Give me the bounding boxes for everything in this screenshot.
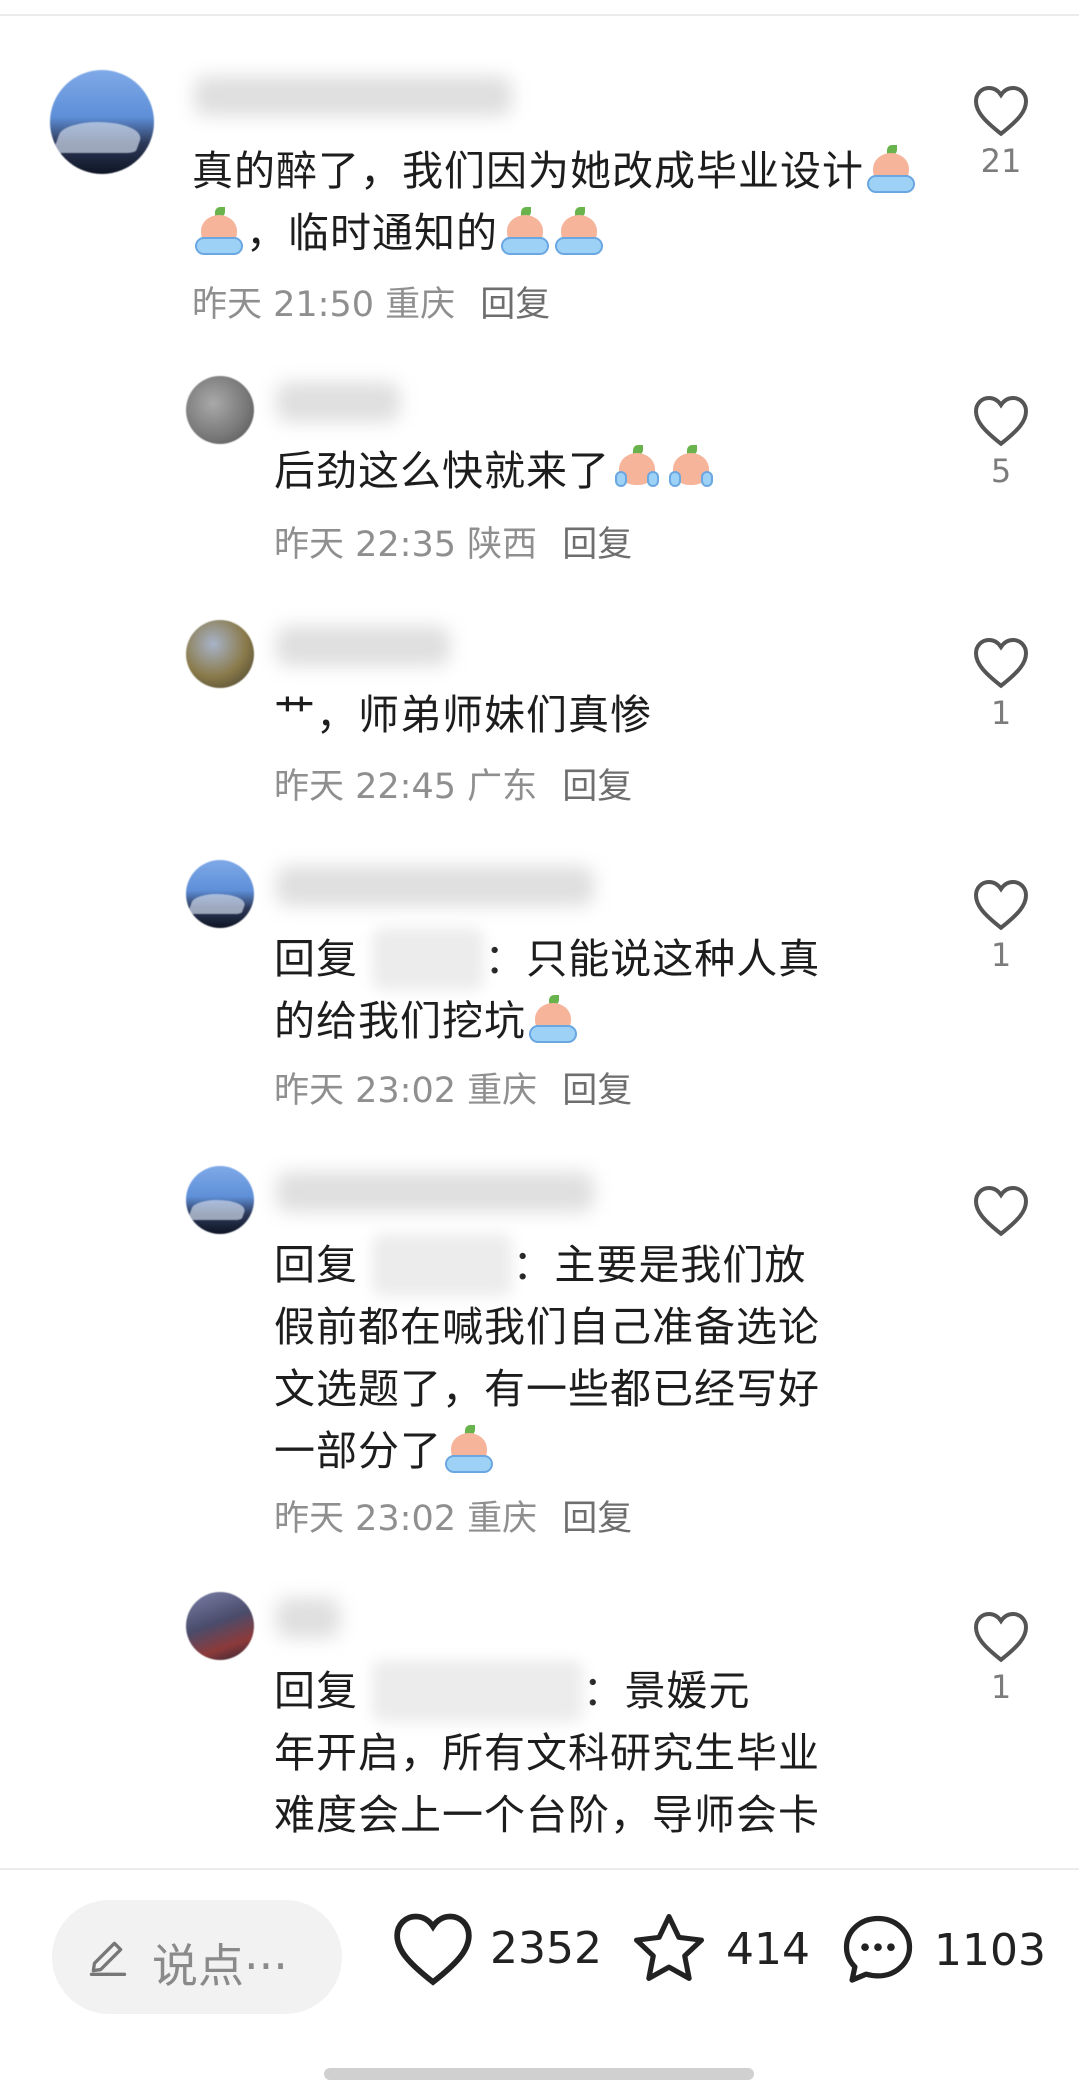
comment-meta: 昨天 23:02 重庆 回复 bbox=[274, 1068, 632, 1114]
heart-icon bbox=[973, 637, 1029, 689]
comment-time: 昨天 22:45 bbox=[274, 767, 456, 807]
mentioned-user-masked[interactable] bbox=[372, 928, 485, 990]
crying-emoji-icon bbox=[665, 445, 717, 493]
heart-icon bbox=[973, 395, 1029, 447]
username-masked[interactable] bbox=[276, 1172, 594, 1212]
avatar[interactable] bbox=[186, 860, 254, 928]
heart-icon bbox=[973, 1185, 1029, 1237]
like-action[interactable]: 2352 bbox=[390, 1908, 602, 1988]
avatar[interactable] bbox=[186, 376, 254, 444]
reply-button[interactable]: 回复 bbox=[562, 525, 632, 565]
favorite-action[interactable]: 414 bbox=[626, 1908, 810, 1990]
crying-emoji-icon bbox=[443, 1425, 495, 1473]
reply-button[interactable]: 回复 bbox=[562, 767, 632, 807]
like-count: 21 bbox=[980, 142, 1022, 180]
mentioned-user-masked[interactable] bbox=[372, 1660, 583, 1722]
comment-meta: 昨天 23:02 重庆 回复 bbox=[274, 1496, 632, 1542]
comment-location: 重庆 bbox=[467, 1071, 538, 1111]
bottom-action-bar: 说点··· 2352 414 1103 bbox=[0, 1870, 1079, 2078]
crying-emoji-icon bbox=[527, 995, 579, 1043]
comment-location: 重庆 bbox=[385, 285, 456, 325]
crying-emoji-icon bbox=[611, 445, 663, 493]
favorite-total: 414 bbox=[726, 1923, 810, 1975]
like-count: 1 bbox=[990, 694, 1012, 732]
comment-meta: 昨天 21:50 重庆 回复 bbox=[192, 282, 550, 328]
like-count: 5 bbox=[990, 452, 1012, 490]
username-masked[interactable] bbox=[276, 1598, 340, 1638]
like-button[interactable]: 1 bbox=[963, 634, 1039, 732]
comment-meta: 昨天 22:35 陕西 回复 bbox=[274, 522, 632, 568]
comment-location: 重庆 bbox=[467, 1499, 538, 1539]
star-icon bbox=[633, 1913, 705, 1981]
comment-text: 回复 ：只能说这种人真 的给我们挖坑 bbox=[274, 928, 934, 1052]
comment-text: 艹，师弟师妹们真惨 bbox=[274, 691, 652, 739]
avatar[interactable] bbox=[186, 1592, 254, 1660]
comment-time: 昨天 23:02 bbox=[274, 1071, 456, 1111]
comment-text: 回复 ：景媛元 年开启，所有文科研究生毕业 难度会上一个台阶，导师会卡 bbox=[274, 1660, 934, 1846]
like-button[interactable]: 21 bbox=[963, 82, 1039, 180]
mentioned-user-masked[interactable] bbox=[372, 1234, 513, 1296]
heart-icon bbox=[973, 1611, 1029, 1663]
like-button[interactable]: 1 bbox=[963, 1608, 1039, 1706]
crying-emoji-icon bbox=[865, 145, 917, 193]
comment-text: 真的醉了，我们因为她改成毕业设计 ，临时通知的 bbox=[192, 140, 932, 264]
comment-text: 后劲这么快就来了 bbox=[274, 440, 934, 502]
reply-button[interactable]: 回复 bbox=[480, 285, 550, 325]
like-button[interactable] bbox=[963, 1182, 1039, 1242]
pencil-icon bbox=[89, 1941, 127, 1976]
comment-time: 昨天 23:02 bbox=[274, 1499, 456, 1539]
like-button[interactable]: 5 bbox=[963, 392, 1039, 490]
home-indicator[interactable] bbox=[324, 2068, 754, 2080]
reply-button[interactable]: 回复 bbox=[562, 1071, 632, 1111]
comment-action[interactable]: 1103 bbox=[836, 1908, 1046, 1992]
username-masked[interactable] bbox=[276, 382, 400, 422]
crying-emoji-icon bbox=[499, 207, 551, 255]
avatar[interactable] bbox=[50, 70, 154, 174]
heart-icon bbox=[973, 85, 1029, 137]
comment-time: 昨天 22:35 bbox=[274, 525, 456, 565]
comment-location: 陕西 bbox=[467, 525, 538, 565]
comment-time: 昨天 21:50 bbox=[192, 285, 374, 325]
like-count: 1 bbox=[990, 936, 1012, 974]
comment-location: 广东 bbox=[467, 767, 538, 807]
like-button[interactable]: 1 bbox=[963, 876, 1039, 974]
avatar[interactable] bbox=[186, 1166, 254, 1234]
comment-meta: 昨天 22:45 广东 回复 bbox=[274, 764, 632, 810]
username-masked[interactable] bbox=[194, 76, 512, 116]
top-divider bbox=[0, 14, 1079, 16]
comment-input-placeholder: 说点··· bbox=[152, 1939, 288, 1993]
username-masked[interactable] bbox=[276, 626, 450, 666]
comment-text: 回复 ：主要是我们放 假前都在喊我们自己准备选论 文选题了，有一些都已经写好 一… bbox=[274, 1234, 934, 1482]
like-total: 2352 bbox=[490, 1922, 602, 1974]
crying-emoji-icon bbox=[553, 207, 605, 255]
reply-button[interactable]: 回复 bbox=[562, 1499, 632, 1539]
username-masked[interactable] bbox=[276, 866, 594, 906]
avatar[interactable] bbox=[186, 620, 254, 688]
crying-emoji-icon bbox=[193, 207, 245, 255]
chat-bubble-icon bbox=[843, 1915, 913, 1983]
comment-input[interactable]: 说点··· bbox=[52, 1900, 342, 2014]
like-count: 1 bbox=[990, 1668, 1012, 1706]
heart-icon bbox=[973, 879, 1029, 931]
comment-total: 1103 bbox=[934, 1924, 1046, 1976]
heart-icon bbox=[394, 1913, 472, 1986]
